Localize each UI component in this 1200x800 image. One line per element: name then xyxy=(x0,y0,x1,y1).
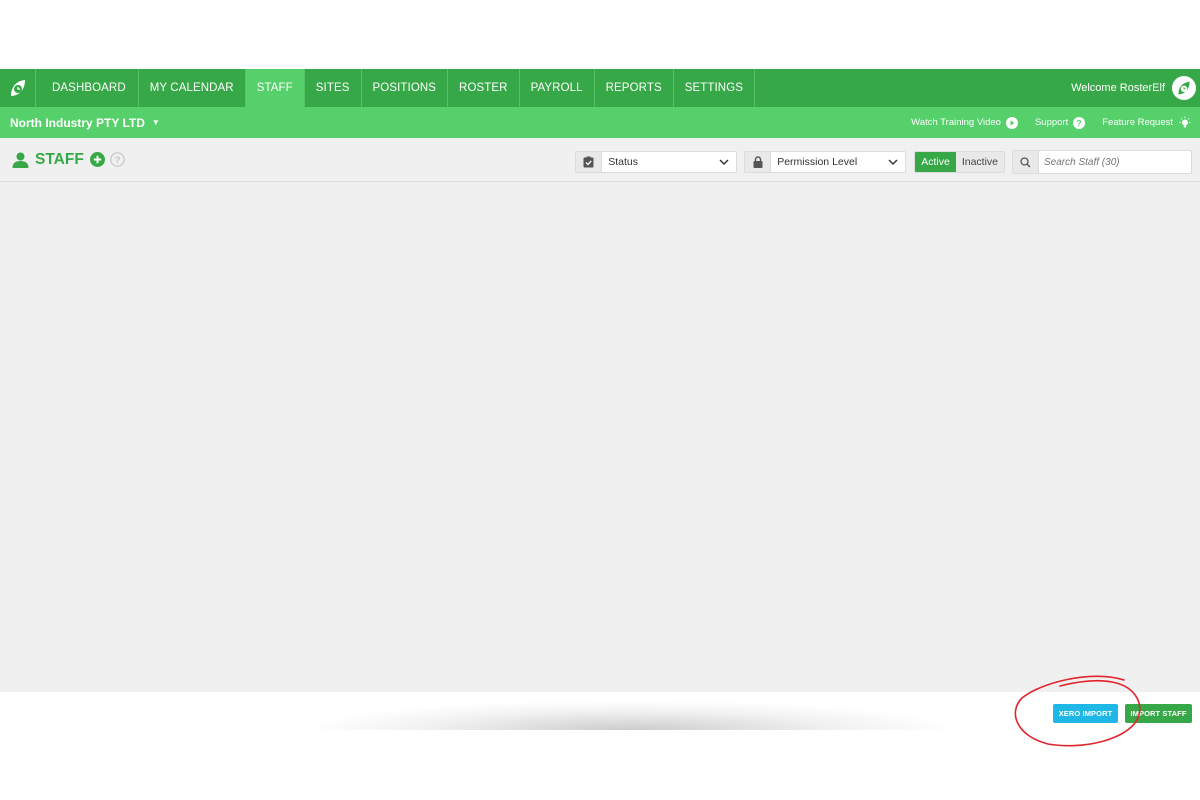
feature-request-link[interactable]: Feature Request xyxy=(1102,116,1192,130)
search-box xyxy=(1012,150,1192,174)
page-title-text: STAFF xyxy=(35,150,84,168)
search-input[interactable] xyxy=(1039,151,1189,173)
import-staff-button[interactable]: IMPORT STAFF xyxy=(1125,704,1192,723)
support-label: Support xyxy=(1034,117,1069,128)
lightbulb-icon xyxy=(1178,116,1192,130)
active-inactive-toggle: Active Inactive xyxy=(914,151,1005,173)
help-icon[interactable]: ? xyxy=(109,152,125,167)
page-toolbar: STAFF ? Status Permission Level Active I… xyxy=(0,138,1200,182)
search-icon xyxy=(1013,151,1039,173)
status-select[interactable]: Status xyxy=(575,151,738,173)
filters: Status Permission Level Active Inactive xyxy=(568,150,1192,174)
support-link[interactable]: Support ? xyxy=(1034,116,1086,129)
clipboard-check-icon xyxy=(576,152,603,172)
nav-positions[interactable]: POSITIONS xyxy=(362,69,449,107)
nav-roster[interactable]: ROSTER xyxy=(448,69,520,107)
inactive-toggle-button[interactable]: Inactive xyxy=(955,152,1004,172)
leaf-clock-icon xyxy=(10,80,25,96)
top-navigation: DASHBOARD MY CALENDAR STAFF SITES POSITI… xyxy=(0,69,1200,107)
avatar[interactable] xyxy=(1172,76,1196,100)
question-icon: ? xyxy=(1073,116,1086,129)
feature-label: Feature Request xyxy=(1102,117,1173,128)
app-container: DASHBOARD MY CALENDAR STAFF SITES POSITI… xyxy=(0,69,1200,692)
person-icon xyxy=(12,152,29,168)
permission-select-value: Permission Level xyxy=(777,156,858,168)
status-select-value: Status xyxy=(608,156,638,168)
nav-payroll[interactable]: PAYROLL xyxy=(520,69,595,107)
page-title: STAFF ? xyxy=(12,151,125,169)
footer-shadow xyxy=(300,700,960,730)
xero-import-button[interactable]: XERO IMPORT xyxy=(1053,704,1118,723)
caret-down-icon: ▼ xyxy=(151,118,160,127)
help-links: Watch Training Video Support ? Feature R… xyxy=(894,116,1200,130)
chevron-down-icon xyxy=(888,152,905,172)
nav-my-calendar[interactable]: MY CALENDAR xyxy=(139,69,246,107)
play-icon xyxy=(1005,116,1018,129)
active-toggle-button[interactable]: Active xyxy=(915,152,956,172)
svg-text:?: ? xyxy=(1077,118,1082,128)
sub-navigation: North Industry PTY LTD ▼ Watch Training … xyxy=(0,107,1200,138)
permission-level-select[interactable]: Permission Level xyxy=(744,151,907,173)
leaf-clock-icon xyxy=(1178,81,1190,95)
add-staff-icon[interactable] xyxy=(89,152,105,167)
app-logo[interactable] xyxy=(0,69,36,107)
training-label: Watch Training Video xyxy=(911,117,1001,128)
welcome-text: Welcome RosterElf xyxy=(1071,82,1165,94)
user-menu[interactable]: Welcome RosterElf xyxy=(1071,69,1200,107)
lock-icon xyxy=(745,152,772,172)
nav-sites[interactable]: SITES xyxy=(305,69,362,107)
company-selector[interactable]: North Industry PTY LTD ▼ xyxy=(0,116,160,130)
watch-training-video-link[interactable]: Watch Training Video xyxy=(911,116,1018,129)
nav-staff[interactable]: STAFF xyxy=(245,69,305,107)
svg-text:?: ? xyxy=(114,155,120,166)
nav-settings[interactable]: SETTINGS xyxy=(674,69,756,107)
nav-dashboard[interactable]: DASHBOARD xyxy=(36,69,139,107)
chevron-down-icon xyxy=(719,152,736,172)
company-name: North Industry PTY LTD xyxy=(10,115,145,130)
nav-reports[interactable]: REPORTS xyxy=(595,69,674,107)
